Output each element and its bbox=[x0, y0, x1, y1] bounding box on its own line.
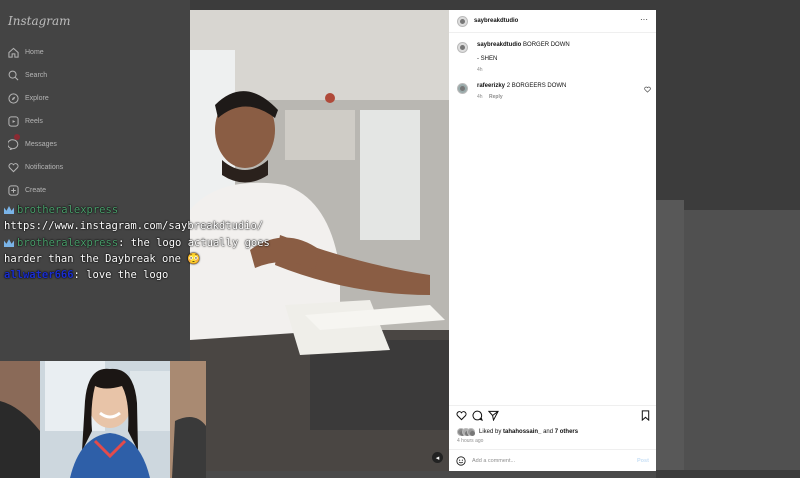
share-send-icon[interactable] bbox=[488, 410, 499, 421]
sidebar-item-reels[interactable]: Reels bbox=[8, 113, 43, 129]
divider bbox=[449, 405, 656, 406]
comment: rafeerizky 2 BORGEERS DOWN bbox=[477, 83, 566, 89]
avatar[interactable] bbox=[457, 42, 468, 53]
chat-username: brotheralexpress bbox=[17, 237, 119, 249]
post-timestamp: 4 hours ago bbox=[457, 438, 484, 444]
search-icon bbox=[8, 70, 19, 80]
instagram-logo[interactable]: Instagram bbox=[8, 14, 71, 28]
liked-by-and: and bbox=[543, 429, 554, 435]
chat-username: brotheralexpress bbox=[17, 204, 119, 216]
sidebar-item-explore[interactable]: Explore bbox=[8, 90, 49, 106]
avatar[interactable] bbox=[457, 16, 468, 27]
post-detail-panel: saybreakdtudio ··· saybreakdtudio BORGER… bbox=[449, 10, 656, 471]
sidebar-item-label: Create bbox=[25, 186, 47, 194]
sidebar-item-create[interactable]: Create bbox=[8, 182, 46, 198]
avatar[interactable] bbox=[457, 83, 468, 94]
sidebar-item-label: Notifications bbox=[25, 163, 64, 171]
chat-text: https://www.instagram.com/saybreakdtudio… bbox=[4, 220, 264, 232]
emoji-icon[interactable] bbox=[456, 456, 466, 466]
liked-by: Liked by tahahossain_ and 7 others bbox=[479, 429, 578, 435]
reels-icon bbox=[8, 115, 19, 127]
caption-username[interactable]: saybreakdtudio bbox=[477, 42, 521, 48]
feed-tile bbox=[684, 210, 800, 470]
caption-signature: - SHEN bbox=[477, 56, 498, 62]
sidebar-item-label: Home bbox=[25, 48, 44, 56]
chat-text: : love the logo bbox=[73, 269, 169, 281]
chat-message: harder than the Daybreak one 😳 bbox=[4, 252, 200, 265]
chat-message: brotheralexpress: the logo actually goes bbox=[4, 237, 270, 249]
sidebar-item-home[interactable]: Home bbox=[8, 44, 44, 60]
plus-square-icon bbox=[8, 184, 19, 196]
post-comment-button[interactable]: Post bbox=[637, 458, 649, 464]
caption-age: 4h bbox=[477, 67, 483, 73]
crown-icon bbox=[4, 239, 14, 247]
chat-text: : the logo actually goes bbox=[118, 237, 270, 249]
webcam-feed bbox=[0, 361, 206, 478]
chat-message: allwater666: love the logo bbox=[4, 269, 168, 281]
like-heart-icon[interactable] bbox=[456, 410, 467, 421]
liked-by-others[interactable]: 7 others bbox=[555, 429, 578, 435]
mute-toggle-button[interactable]: ◂ bbox=[432, 452, 443, 463]
comment-text: 2 BORGEERS DOWN bbox=[506, 83, 567, 89]
reply-button[interactable]: Reply bbox=[489, 94, 503, 100]
more-icon[interactable]: ··· bbox=[640, 15, 648, 24]
comment-age: 4h bbox=[477, 94, 483, 100]
liked-by-avatar bbox=[467, 428, 475, 436]
post-username[interactable]: saybreakdtudio bbox=[474, 18, 518, 24]
unread-badge bbox=[14, 134, 20, 140]
chat-message: brotheralexpress bbox=[4, 204, 118, 216]
chat-text: harder than the Daybreak one 😳 bbox=[4, 253, 201, 265]
messenger-icon bbox=[8, 138, 19, 150]
liked-by-prefix: Liked by bbox=[479, 429, 502, 435]
divider bbox=[449, 449, 656, 450]
sidebar-item-label: Explore bbox=[25, 94, 49, 102]
like-comment-heart-icon[interactable] bbox=[644, 86, 651, 93]
comment-input[interactable]: Add a comment... bbox=[472, 458, 515, 464]
compass-icon bbox=[8, 92, 19, 104]
sidebar-item-notifications[interactable]: Notifications bbox=[8, 159, 63, 175]
caption-text: BORGER DOWN bbox=[523, 42, 570, 48]
comment-username[interactable]: rafeerizky bbox=[477, 83, 505, 89]
comment-bubble-icon[interactable] bbox=[472, 410, 483, 421]
heart-icon bbox=[8, 162, 19, 172]
liked-by-user[interactable]: tahahossain_ bbox=[503, 429, 541, 435]
crown-icon bbox=[4, 206, 14, 214]
chat-username: allwater666 bbox=[4, 269, 74, 281]
sidebar-item-label: Reels bbox=[25, 117, 43, 125]
sidebar-item-messages[interactable]: Messages bbox=[8, 134, 57, 152]
feed-tile bbox=[190, 471, 656, 478]
feed-tile bbox=[656, 200, 684, 470]
save-bookmark-icon[interactable] bbox=[640, 410, 651, 421]
chat-message: https://www.instagram.com/saybreakdtudio… bbox=[4, 220, 263, 232]
sidebar-item-label: Messages bbox=[25, 140, 57, 148]
caption: saybreakdtudio BORGER DOWN bbox=[477, 42, 570, 48]
post-header: saybreakdtudio ··· bbox=[449, 10, 656, 33]
sidebar-item-label: Search bbox=[25, 71, 48, 79]
sidebar-item-search[interactable]: Search bbox=[8, 67, 47, 83]
home-icon bbox=[8, 47, 19, 58]
